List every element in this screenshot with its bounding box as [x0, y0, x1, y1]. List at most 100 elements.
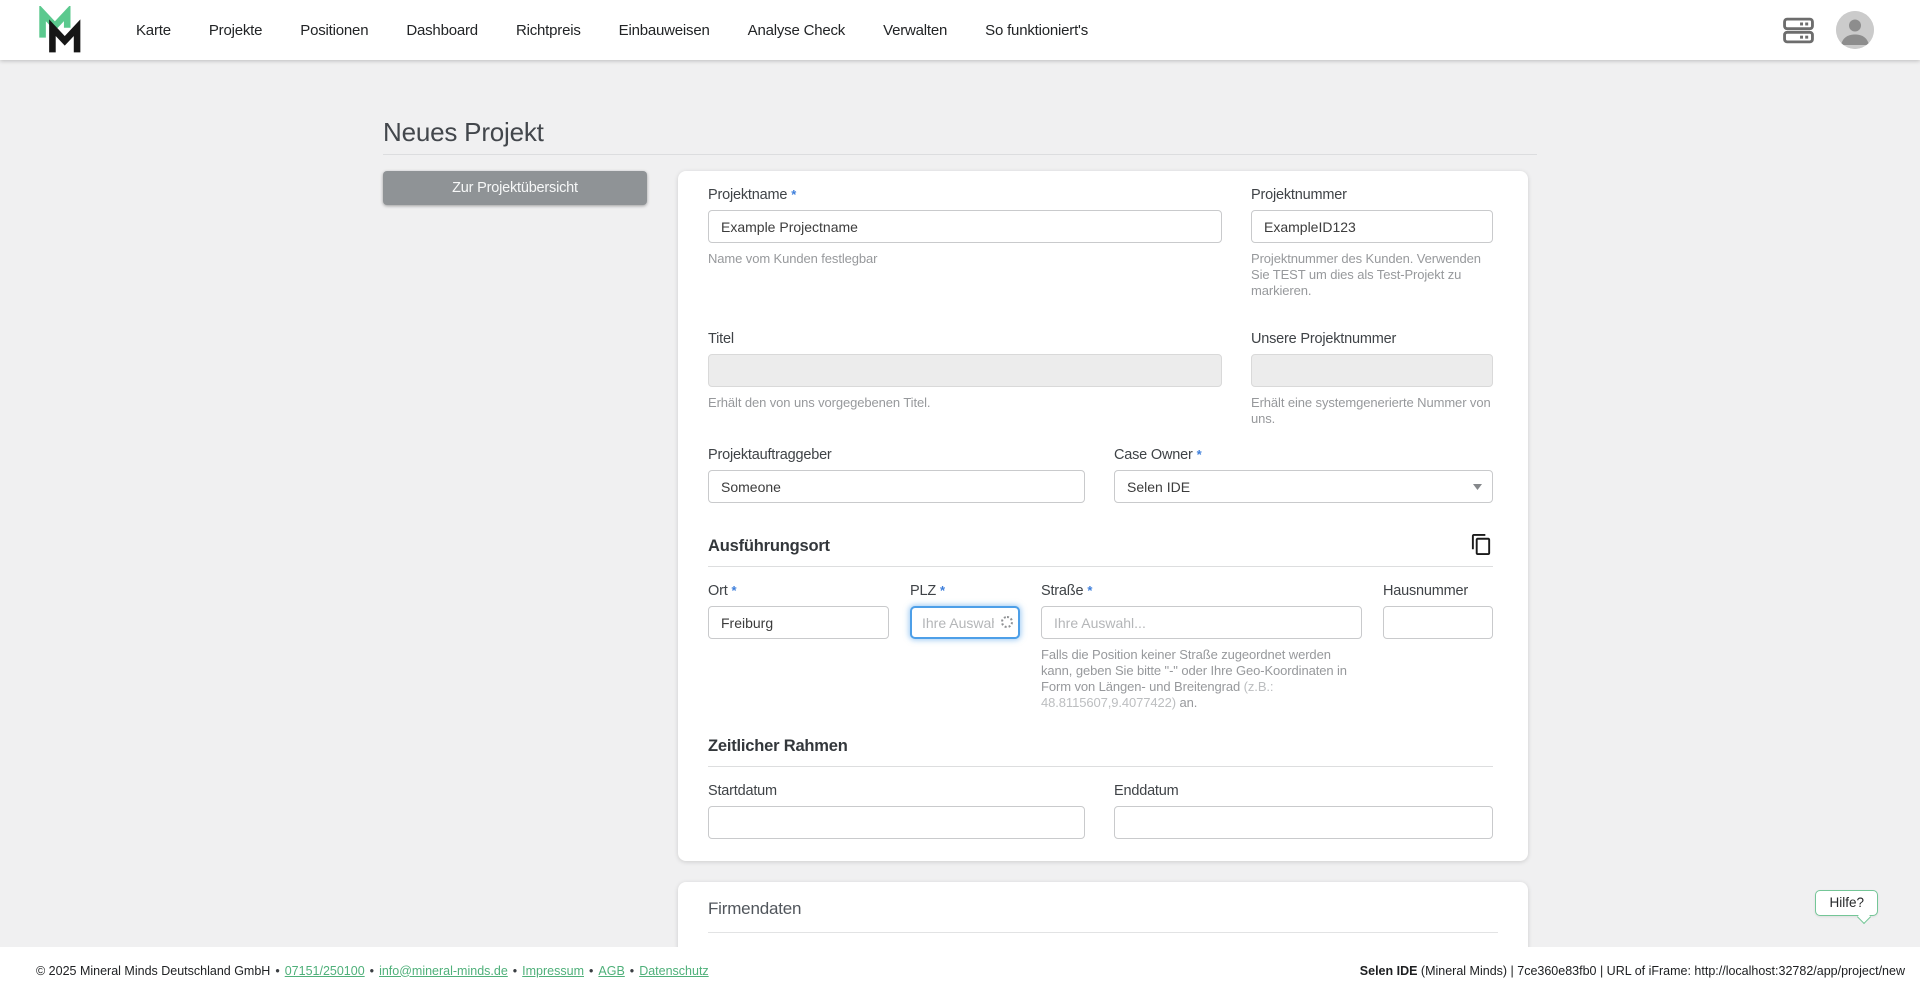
content-container: Neues Projekt Zur Projektübersicht Proje…	[383, 60, 1537, 947]
titel-input	[708, 354, 1222, 387]
required-marker: *	[731, 583, 737, 598]
footer-link-phone[interactable]: 07151/250100	[285, 964, 365, 978]
enddatum-label-text: Enddatum	[1114, 783, 1179, 799]
case-owner-select[interactable]: Selen IDE	[1114, 470, 1493, 503]
form-column: Projektname* Name vom Kunden festlegbar …	[678, 171, 1537, 947]
user-avatar[interactable]	[1836, 11, 1874, 49]
projektauftraggeber-label-text: Projektauftraggeber	[708, 447, 832, 463]
nav-item-projekte[interactable]: Projekte	[209, 22, 263, 39]
strasse-hint: Falls die Position keiner Straße zugeord…	[1041, 647, 1362, 711]
status-details: (Mineral Minds) | 7ce360e83fb0 | URL of …	[1417, 963, 1905, 978]
footer-link-agb[interactable]: AGB	[598, 964, 624, 978]
titel-label-text: Titel	[708, 331, 734, 347]
help-button[interactable]: Hilfe?	[1815, 890, 1878, 924]
startdatum-input[interactable]	[708, 806, 1085, 839]
field-projektname: Projektname* Name vom Kunden festlegbar	[708, 187, 1222, 299]
unsere-projektnummer-hint: Erhält eine systemgenerierte Nummer von …	[1251, 395, 1491, 426]
projektname-input[interactable]	[708, 210, 1222, 243]
person-icon	[1836, 11, 1874, 49]
nav-item-so-funktionierts[interactable]: So funktioniert's	[985, 22, 1088, 39]
footer-link-impressum[interactable]: Impressum	[522, 964, 584, 978]
field-enddatum: Enddatum	[1114, 783, 1493, 839]
copyright-text: © 2025 Mineral Minds Deutschland GmbH	[36, 963, 271, 978]
footer-bar: © 2025 Mineral Minds Deutschland GmbH • …	[0, 947, 1920, 994]
required-marker: *	[940, 583, 945, 598]
copy-address-button[interactable]	[1470, 533, 1493, 556]
projektauftraggeber-label: Projektauftraggeber	[708, 447, 1085, 463]
nav-item-verwalten[interactable]: Verwalten	[883, 22, 947, 39]
strasse-label: Straße *	[1041, 583, 1362, 599]
section-zeitlicher-rahmen-header: Zeitlicher Rahmen	[708, 737, 1493, 756]
project-form-card: Projektname* Name vom Kunden festlegbar …	[678, 171, 1528, 861]
projektname-hint: Name vom Kunden festlegbar	[708, 251, 878, 266]
title-divider	[383, 154, 1537, 155]
nav-item-dashboard[interactable]: Dashboard	[406, 22, 478, 39]
field-unsere-projektnummer: Unsere Projektnummer Erhält eine systemg…	[1251, 331, 1493, 427]
ort-label-text: Ort	[708, 583, 728, 599]
back-to-projects-button[interactable]: Zur Projektübersicht	[383, 171, 647, 205]
unsere-projektnummer-input	[1251, 354, 1493, 387]
status-user: Selen IDE	[1359, 963, 1418, 978]
enddatum-input[interactable]	[1114, 806, 1493, 839]
nav-item-richtpreis[interactable]: Richtpreis	[516, 22, 581, 39]
case-owner-selected-value: Selen IDE	[1127, 478, 1191, 495]
strasse-label-text: Straße	[1041, 583, 1084, 599]
left-column: Zur Projektübersicht	[383, 171, 647, 205]
status-bar: Selen IDE (Mineral Minds) | 7ce360e83fb0…	[1360, 964, 1905, 978]
titel-label: Titel	[708, 331, 1222, 347]
nav-links: Karte Projekte Positionen Dashboard Rich…	[136, 22, 1088, 39]
chevron-down-icon	[1473, 484, 1482, 490]
unsere-projektnummer-label-text: Unsere Projektnummer	[1251, 331, 1397, 347]
field-plz: PLZ *	[910, 583, 1020, 711]
field-projektauftraggeber: Projektauftraggeber	[708, 447, 1085, 503]
case-owner-label-text: Case Owner	[1114, 447, 1193, 463]
loading-spinner-icon	[1001, 616, 1013, 628]
strasse-hint-text: Falls die Position keiner Straße zugeord…	[1041, 647, 1347, 694]
projektnummer-hint: Projektnummer des Kunden. Verwenden Sie …	[1251, 251, 1481, 298]
footer-separator: •	[512, 963, 518, 978]
hausnummer-input[interactable]	[1383, 606, 1493, 639]
app-logo[interactable]	[36, 6, 82, 56]
startdatum-label: Startdatum	[708, 783, 1085, 799]
mineral-minds-logo-icon	[39, 6, 81, 53]
nav-item-einbauweisen[interactable]: Einbauweisen	[619, 22, 710, 39]
field-case-owner: Case Owner * Selen IDE	[1114, 447, 1493, 503]
page-title: Neues Projekt	[383, 117, 544, 147]
copy-icon	[1471, 533, 1491, 556]
case-owner-label: Case Owner *	[1114, 447, 1493, 463]
ort-input[interactable]	[708, 606, 889, 639]
footer-separator: •	[275, 963, 280, 978]
section-ausfuehrungsort-divider	[708, 566, 1493, 567]
strasse-input[interactable]	[1041, 606, 1362, 639]
section-firmendaten-divider	[708, 932, 1498, 933]
projektname-label: Projektname *	[708, 187, 1222, 203]
footer-separator: •	[629, 963, 635, 978]
projektnummer-input[interactable]	[1251, 210, 1493, 243]
projektname-label-text: Projektname	[708, 187, 788, 203]
plz-label: PLZ *	[910, 583, 1020, 599]
footer-link-datenschutz[interactable]: Datenschutz	[639, 964, 708, 978]
projektauftraggeber-input[interactable]	[708, 470, 1085, 503]
section-zeitlicher-rahmen-title: Zeitlicher Rahmen	[708, 737, 848, 755]
firmendaten-card: Firmendaten	[678, 882, 1528, 947]
nav-item-positionen[interactable]: Positionen	[300, 22, 368, 39]
required-marker: *	[1087, 583, 1093, 598]
section-firmendaten-title: Firmendaten	[708, 899, 802, 918]
projektnummer-label: Projektnummer	[1251, 187, 1493, 203]
strasse-hint-suffix: an.	[1176, 695, 1198, 710]
footer-link-email[interactable]: info@mineral-minds.de	[379, 964, 508, 978]
enddatum-label: Enddatum	[1114, 783, 1493, 799]
required-marker: *	[1196, 447, 1202, 462]
nav-item-karte[interactable]: Karte	[136, 22, 171, 39]
ort-label: Ort *	[708, 583, 889, 599]
section-ausfuehrungsort-title: Ausführungsort	[708, 537, 830, 555]
field-ort: Ort *	[708, 583, 889, 711]
startdatum-label-text: Startdatum	[708, 783, 777, 799]
field-hausnummer: Hausnummer	[1383, 583, 1493, 711]
nav-item-analyse-check[interactable]: Analyse Check	[748, 22, 846, 39]
field-projektnummer: Projektnummer Projektnummer des Kunden. …	[1251, 187, 1493, 299]
server-icon[interactable]	[1783, 17, 1814, 44]
section-ausfuehrungsort-header: Ausführungsort	[708, 533, 1493, 556]
section-zeitlicher-rahmen-divider	[708, 766, 1493, 767]
main-area: Neues Projekt Zur Projektübersicht Proje…	[0, 60, 1920, 947]
